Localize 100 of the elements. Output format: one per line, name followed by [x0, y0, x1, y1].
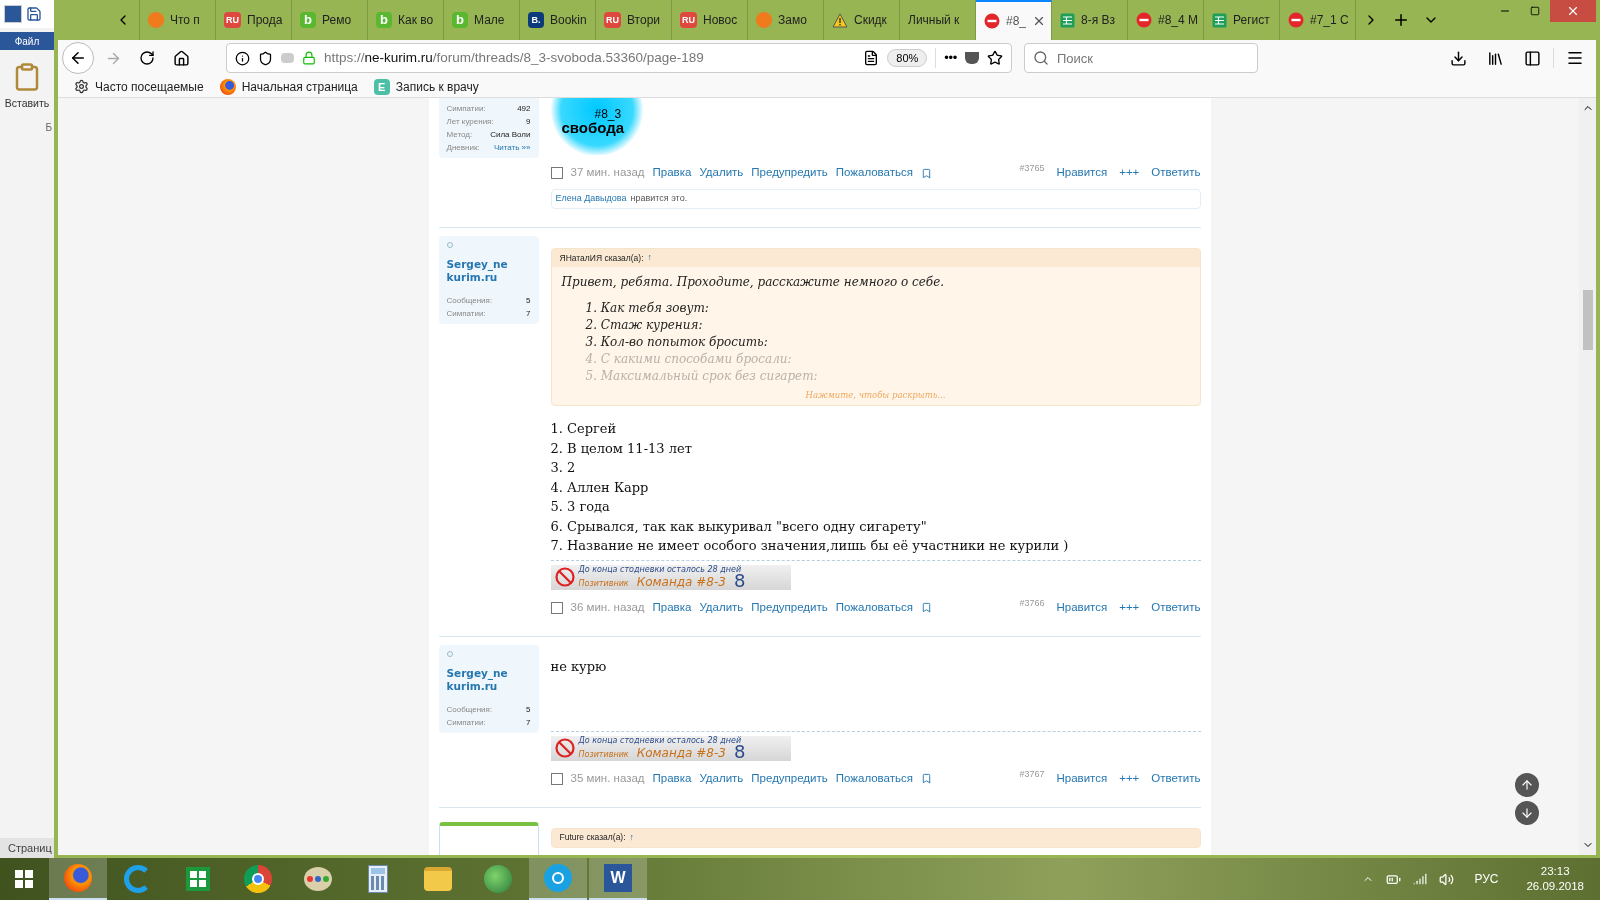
stop-sign-icon: [984, 13, 1000, 29]
tab-title: #8_4 М: [1158, 12, 1199, 29]
logo-tag: #8_3: [594, 108, 622, 120]
pocket-icon[interactable]: [965, 52, 979, 64]
select-checkbox[interactable]: [550, 167, 563, 179]
save-icon[interactable]: [26, 6, 42, 22]
clock-date[interactable]: 26.09.2018: [1526, 879, 1584, 894]
post-action-link[interactable]: Удалить: [699, 769, 744, 788]
stat-value: 5: [526, 295, 531, 307]
menu-icon[interactable]: [1566, 49, 1584, 67]
quote-text: Привет, ребята. Проходите, расскажите немного о себе.: [561, 274, 946, 291]
post-text-line: 3. 2: [550, 459, 577, 477]
jump-arrow-link[interactable]: ↑: [629, 830, 635, 845]
library-icon[interactable]: [1487, 49, 1504, 67]
taskbar-app-button[interactable]: W: [589, 858, 647, 900]
stat-value: 492: [517, 103, 531, 115]
liker-link[interactable]: Елена Давыдова: [555, 192, 627, 206]
plus-link[interactable]: +++: [1119, 164, 1140, 182]
bookmark-link[interactable]: Начальная страница: [241, 77, 358, 96]
browser-tab[interactable]: #8_: [976, 0, 1052, 40]
clock-time[interactable]: 23:13: [1540, 864, 1570, 879]
reader-view-icon[interactable]: [863, 50, 880, 66]
stat-label: Сообщения:: [446, 703, 493, 716]
post-number[interactable]: #3765: [1019, 162, 1045, 176]
signal-icon[interactable]: [1413, 872, 1428, 886]
like-link[interactable]: Нравится: [1056, 769, 1108, 788]
stat-value: 9: [526, 116, 531, 128]
select-checkbox[interactable]: [550, 601, 563, 614]
no-smoking-icon: [554, 567, 575, 587]
stat-label: Лет курения:: [446, 116, 494, 128]
post-action-link[interactable]: Пожаловаться: [835, 164, 913, 182]
post-action-link[interactable]: Правка: [652, 598, 692, 617]
taskbar-app-button[interactable]: [49, 858, 107, 900]
chrome-icon: [244, 865, 272, 893]
stat-label: Дневник:: [446, 142, 480, 154]
tab-title: #7_1 С: [1310, 12, 1349, 29]
star-icon[interactable]: [987, 50, 1003, 66]
download-icon[interactable]: [1450, 49, 1467, 67]
plus-link[interactable]: +++: [1119, 769, 1140, 788]
stat-label: Симпатии:: [446, 716, 486, 729]
file-tab[interactable]: Файл: [0, 32, 54, 50]
search-box[interactable]: Поиск: [1024, 43, 1258, 73]
post-action-link[interactable]: Удалить: [699, 598, 744, 617]
site-icon: RU: [680, 12, 697, 28]
reply-link[interactable]: Ответить: [1151, 164, 1201, 182]
post-action-link[interactable]: Предупредить: [751, 769, 828, 788]
scroll-to-top-button[interactable]: [1515, 773, 1539, 797]
scroll-to-bottom-button[interactable]: [1515, 801, 1539, 825]
bookmark-icon[interactable]: [921, 602, 932, 613]
address-bar[interactable]: https://ne-kurim.ru/forum/threads/8_3-svoboda.53360/page-189 80% •••: [226, 43, 1012, 73]
shield-icon[interactable]: [258, 50, 273, 66]
post-action-link[interactable]: Пожаловаться: [835, 769, 913, 788]
input-language[interactable]: РУС: [1474, 870, 1499, 888]
tab-title: Скидк: [854, 12, 887, 29]
post-action-link[interactable]: Правка: [652, 769, 692, 788]
like-link[interactable]: Нравится: [1056, 164, 1108, 182]
reply-link[interactable]: Ответить: [1151, 769, 1201, 788]
reply-link[interactable]: Ответить: [1151, 598, 1201, 617]
bookmark-link[interactable]: Запись к врачу: [395, 77, 479, 96]
post-number[interactable]: #3766: [1019, 596, 1045, 611]
volume-icon[interactable]: [1439, 871, 1455, 887]
info-icon[interactable]: [235, 50, 250, 66]
post-text-line: 5. 3 года: [550, 498, 611, 516]
stat-link[interactable]: Читать »»: [493, 141, 531, 154]
post-action-link[interactable]: Пожаловаться: [835, 598, 913, 617]
scrollbar-thumb[interactable]: [1582, 290, 1593, 350]
bookmark-icon[interactable]: [921, 773, 932, 784]
post-action-link[interactable]: Предупредить: [751, 598, 828, 617]
stat-label: Симпатии:: [446, 308, 486, 320]
post-action-link[interactable]: Предупредить: [751, 164, 828, 182]
search-field[interactable]: Поиск: [1057, 44, 1257, 72]
quote-list-item: 3. Кол-во попыток бросить:: [584, 334, 769, 351]
plus-link[interactable]: +++: [1119, 598, 1140, 617]
paste-button[interactable]: Вставить: [4, 96, 50, 112]
back-button[interactable]: [62, 42, 94, 74]
likes-text: нравится это.: [630, 192, 688, 206]
page-actions-button[interactable]: •••: [944, 48, 957, 68]
scrollbar[interactable]: [1579, 98, 1596, 855]
post-action-link[interactable]: Удалить: [699, 164, 744, 182]
post-text-line: 1. Сергей: [550, 420, 618, 438]
calculator-icon: [368, 865, 388, 893]
bookmark-link[interactable]: Часто посещаемые: [95, 77, 204, 96]
select-checkbox[interactable]: [550, 772, 563, 785]
post-time: 35 мин. назад: [570, 770, 645, 786]
username-link[interactable]: Sergey_ne kurim.ru: [446, 666, 531, 693]
team-text: Команда #8-3: [636, 746, 726, 760]
post-time: 37 мин. назад: [570, 165, 645, 181]
home-icon: [172, 49, 190, 67]
gear-icon: [74, 79, 89, 94]
zoom-level-badge[interactable]: 80%: [887, 48, 928, 68]
firefox-icon: [64, 864, 92, 892]
post-number[interactable]: #3767: [1019, 767, 1045, 782]
post-action-link[interactable]: Правка: [652, 164, 692, 182]
jump-arrow-link[interactable]: ↑: [647, 251, 653, 265]
sidebar-icon[interactable]: [1524, 49, 1541, 67]
bookmark-icon[interactable]: [921, 167, 932, 179]
firefox-icon: [219, 78, 236, 95]
post-text-line: 7. Название не имеет особого значения,лишь бы её участники не курили ): [550, 537, 1070, 555]
username-link[interactable]: Sergey_ne kurim.ru: [446, 258, 531, 284]
like-link[interactable]: Нравится: [1056, 598, 1108, 617]
